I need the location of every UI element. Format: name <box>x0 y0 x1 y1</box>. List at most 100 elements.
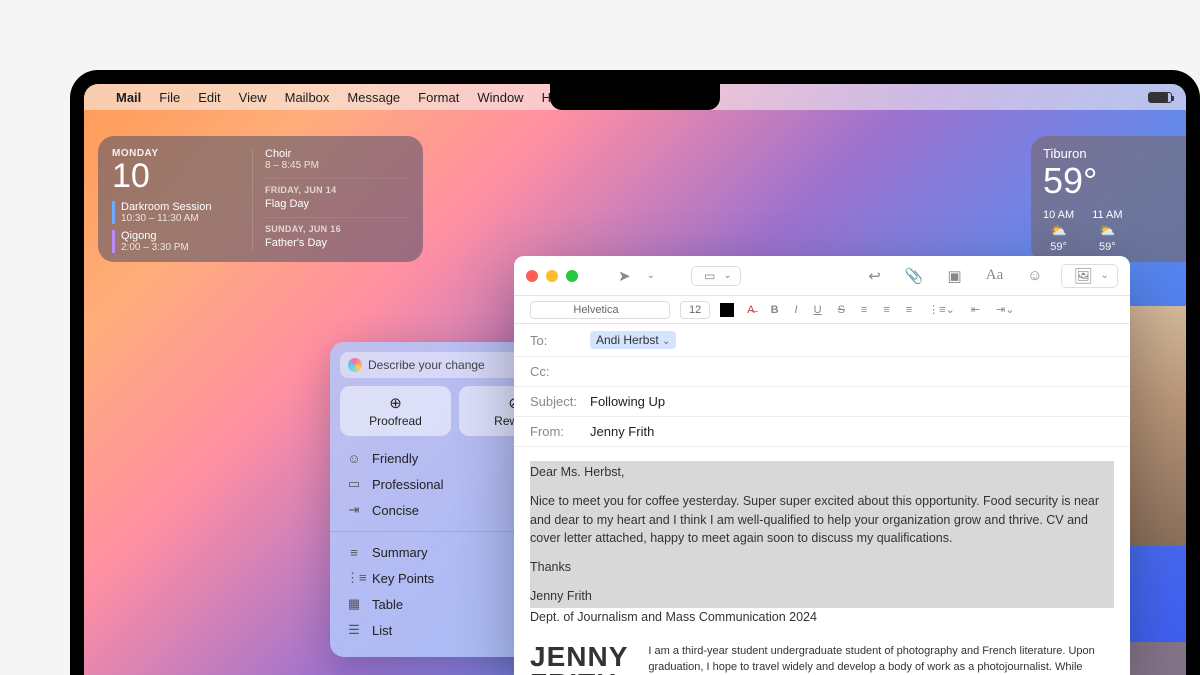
chevron-down-icon[interactable]: ⌄ <box>662 336 670 347</box>
hour-temp: 59° <box>1099 241 1116 253</box>
table-icon: ▦ <box>346 596 362 612</box>
close-button[interactable] <box>526 270 538 282</box>
align-left-icon[interactable]: ≡ <box>858 304 870 316</box>
chevron-down-icon: ⌄ <box>1099 270 1111 281</box>
item-label: List <box>372 623 392 638</box>
hour-temp: 59° <box>1050 241 1067 253</box>
calendar-dayhead: FRIDAY, JUN 14 <box>265 178 409 195</box>
window-titlebar[interactable]: ➤ ⌄ ▭⌄ ↩ 📎 ▣ Aa ☺ 🖼⌄ <box>514 256 1130 296</box>
reply-icon[interactable]: ↩ <box>862 267 887 285</box>
menubar-window[interactable]: Window <box>477 90 523 105</box>
magnify-icon: ⊕ <box>344 394 447 412</box>
item-label: Concise <box>372 503 419 518</box>
from-label: From: <box>530 424 590 439</box>
menubar-mailbox[interactable]: Mailbox <box>285 90 330 105</box>
menubar-message[interactable]: Message <box>347 90 400 105</box>
item-label: Professional <box>372 477 444 492</box>
strikethrough-button[interactable]: S <box>835 304 848 316</box>
menubar-app[interactable]: Mail <box>116 90 141 105</box>
item-label: Key Points <box>372 571 434 586</box>
event-time: 2:00 – 3:30 PM <box>121 242 252 253</box>
font-selector[interactable]: Helvetica <box>530 301 670 319</box>
from-value: Jenny Frith <box>590 424 654 439</box>
menubar-edit[interactable]: Edit <box>198 90 220 105</box>
resume-attachment[interactable]: JENNY FRITH I am a third-year student un… <box>530 644 1114 675</box>
strike-icon[interactable]: A̶ <box>744 304 757 316</box>
body-paragraph: Nice to meet you for coffee yesterday. S… <box>530 492 1114 548</box>
signature-dept: Dept. of Journalism and Mass Communicati… <box>530 608 1114 627</box>
cloud-sun-icon: ⛅ <box>1051 223 1067 239</box>
zoom-button[interactable] <box>566 270 578 282</box>
indent-button[interactable]: ⇥⌄ <box>993 303 1017 316</box>
font-size-selector[interactable]: 12 <box>680 301 710 319</box>
attach-icon[interactable]: 📎 <box>899 267 930 285</box>
calendar-event[interactable]: Darkroom Session 10:30 – 11:30 AM <box>112 201 252 224</box>
hour-label: 10 AM <box>1043 209 1074 221</box>
battery-icon[interactable] <box>1148 92 1172 103</box>
send-menu-caret[interactable]: ⌄ <box>645 270 657 281</box>
item-label: Friendly <box>372 451 418 466</box>
laptop-frame: Mail File Edit View Mailbox Message Form… <box>70 70 1200 675</box>
weather-city: Tiburon <box>1043 146 1174 161</box>
photos-icon: 🖼 <box>1068 267 1099 285</box>
send-icon[interactable]: ➤ <box>612 267 637 285</box>
weather-widget[interactable]: Tiburon 59° 10 AM ⛅ 59° 11 AM ⛅ 59° <box>1031 136 1186 262</box>
format-icon[interactable]: Aa <box>980 267 1010 284</box>
underline-button[interactable]: U <box>811 304 825 316</box>
format-bar: Helvetica 12 A̶ B I U S ≡ ≡ ≡ ⋮≡⌄ ⇤ ⇥⌄ <box>514 296 1130 324</box>
signature-name: Jenny Frith <box>530 589 592 603</box>
align-center-icon[interactable]: ≡ <box>880 304 892 316</box>
body-greeting: Dear Ms. Herbst, <box>530 463 1114 482</box>
event-title: Darkroom Session <box>121 201 252 213</box>
proofread-label: Proofread <box>369 414 422 428</box>
calendar-event[interactable]: Qigong 2:00 – 3:30 PM <box>112 230 252 253</box>
align-right-icon[interactable]: ≡ <box>903 304 915 316</box>
weather-hour: 11 AM ⛅ 59° <box>1092 209 1122 253</box>
italic-button[interactable]: I <box>792 304 801 316</box>
calendar-item[interactable]: Father's Day <box>265 237 409 249</box>
mail-body[interactable]: Dear Ms. Herbst, Nice to meet you for co… <box>514 447 1130 675</box>
event-title: Qigong <box>121 230 252 242</box>
header-fields-toggle[interactable]: ▭⌄ <box>691 266 741 286</box>
subject-row[interactable]: Subject: Following Up <box>514 387 1130 417</box>
calendar-event[interactable]: Choir 8 – 8:45 PM <box>265 148 409 171</box>
to-row[interactable]: To: Andi Herbst ⌄ <box>514 324 1130 357</box>
calendar-date: 10 <box>112 159 252 193</box>
list-button[interactable]: ⋮≡⌄ <box>925 303 958 316</box>
body-thanks: Thanks <box>530 558 1114 577</box>
sparkle-icon <box>348 358 362 372</box>
text-color[interactable] <box>720 303 734 317</box>
proofread-button[interactable]: ⊕ Proofread <box>340 386 451 436</box>
recipient-pill[interactable]: Andi Herbst ⌄ <box>590 331 676 349</box>
mail-compose-window: ➤ ⌄ ▭⌄ ↩ 📎 ▣ Aa ☺ 🖼⌄ Helvetica 12 A̶ B I… <box>514 256 1130 675</box>
minimize-button[interactable] <box>546 270 558 282</box>
insert-image-icon[interactable]: ▣ <box>942 267 968 285</box>
item-label: Summary <box>372 545 428 560</box>
calendar-widget[interactable]: MONDAY 10 Darkroom Session 10:30 – 11:30… <box>98 136 423 262</box>
emoji-icon[interactable]: ☺ <box>1021 267 1048 284</box>
subject-value: Following Up <box>590 394 665 409</box>
to-label: To: <box>530 333 590 348</box>
briefcase-icon: ▭ <box>346 476 362 492</box>
from-row[interactable]: From: Jenny Frith <box>514 417 1130 447</box>
outdent-button[interactable]: ⇤ <box>968 303 983 316</box>
resume-first: JENNY <box>530 644 628 671</box>
resume-last: FRITH <box>530 671 628 675</box>
display-notch <box>550 84 720 110</box>
calendar-dayhead: SUNDAY, JUN 16 <box>265 217 409 234</box>
menubar-view[interactable]: View <box>239 90 267 105</box>
menubar-file[interactable]: File <box>159 90 180 105</box>
calendar-item[interactable]: Flag Day <box>265 198 409 210</box>
selected-text[interactable]: Dear Ms. Herbst, Nice to meet you for co… <box>530 461 1114 608</box>
media-browser-button[interactable]: 🖼⌄ <box>1061 264 1118 288</box>
menubar-format[interactable]: Format <box>418 90 459 105</box>
bullets-icon: ⋮≡ <box>346 570 362 586</box>
cc-row[interactable]: Cc: <box>514 357 1130 387</box>
resume-text: I am a third-year student undergraduate … <box>648 644 1114 675</box>
event-time: 10:30 – 11:30 AM <box>121 213 252 224</box>
weather-hour: 10 AM ⛅ 59° <box>1043 209 1074 253</box>
bold-button[interactable]: B <box>768 304 782 316</box>
cc-label: Cc: <box>530 364 590 379</box>
header-icon: ▭ <box>698 269 721 283</box>
weather-temp: 59° <box>1043 161 1174 201</box>
